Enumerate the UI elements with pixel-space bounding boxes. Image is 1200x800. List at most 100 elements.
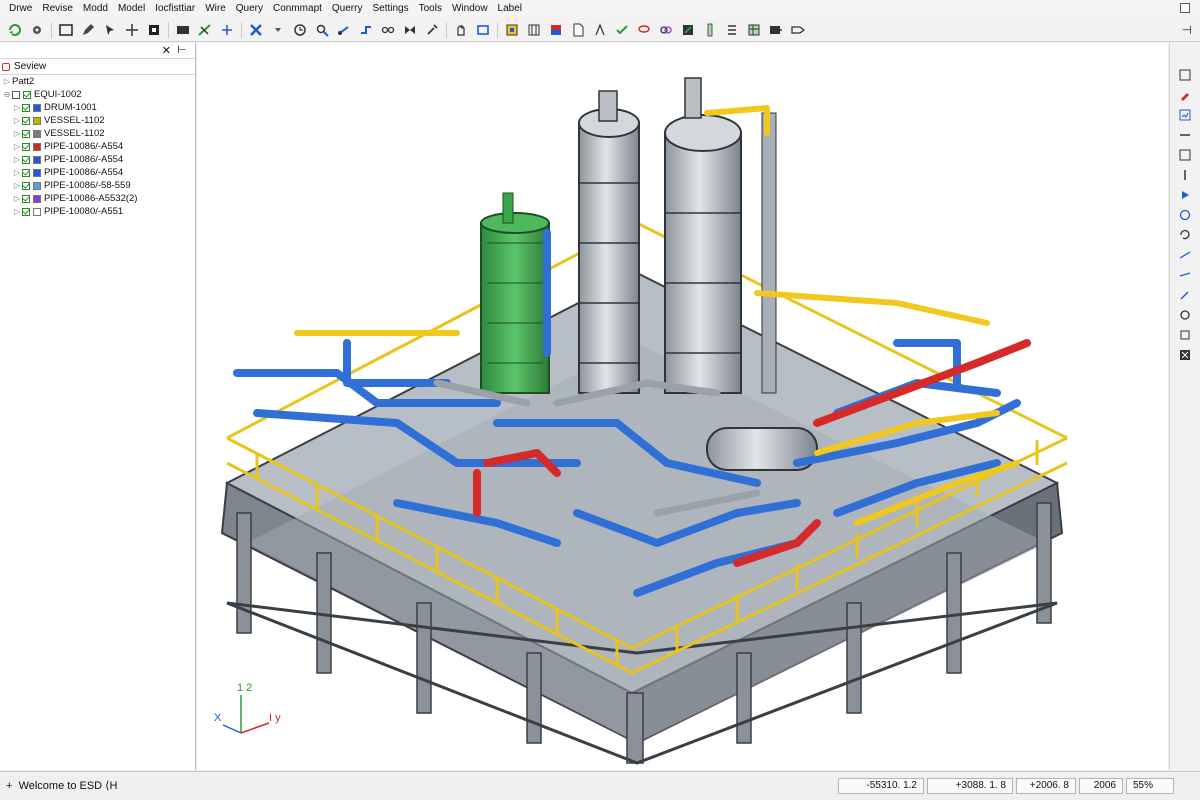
visibility-checkbox[interactable] <box>22 168 30 177</box>
panel-icon[interactable] <box>1178 68 1192 82</box>
play-icon[interactable] <box>1178 188 1192 202</box>
expand-icon[interactable]: ▷ <box>12 168 22 177</box>
slope-icon[interactable] <box>1178 248 1192 262</box>
expand-icon[interactable]: ▷ <box>12 155 22 164</box>
visibility-checkbox[interactable] <box>22 142 30 151</box>
menu-item-conmmapt[interactable]: Conmmapt <box>268 0 327 18</box>
pencil-icon[interactable] <box>80 22 96 38</box>
delete-icon[interactable] <box>248 22 264 38</box>
chain-icon[interactable] <box>658 22 674 38</box>
visibility-checkbox[interactable] <box>22 116 30 125</box>
expand-icon[interactable]: ▷ <box>12 103 22 112</box>
add-icon[interactable]: + <box>6 780 12 792</box>
expand-icon[interactable]: ▷ <box>12 207 22 216</box>
ruler-icon[interactable] <box>702 22 718 38</box>
dropdown-chevron-icon[interactable] <box>270 22 286 38</box>
visibility-checkbox[interactable] <box>22 181 30 190</box>
tree-group[interactable]: ⊖ EQUI-1002 <box>0 88 195 101</box>
expand-icon[interactable]: ▷ <box>2 77 12 86</box>
measure-icon[interactable] <box>197 22 213 38</box>
palette-icon[interactable] <box>548 22 564 38</box>
close-box-icon[interactable] <box>1178 348 1192 362</box>
menu-item-modd[interactable]: Modd <box>78 0 113 18</box>
tree-item[interactable]: ▷ PIPE-10086/-A554 <box>0 166 195 179</box>
expand-icon[interactable]: ▷ <box>12 129 22 138</box>
section-icon[interactable] <box>219 22 235 38</box>
box-icon[interactable] <box>1178 328 1192 342</box>
menu-item-tools[interactable]: Tools <box>414 0 447 18</box>
frame-icon[interactable] <box>146 22 162 38</box>
menu-item-drwe[interactable]: Drwe <box>4 0 37 18</box>
hand-icon[interactable] <box>453 22 469 38</box>
edit-icon[interactable] <box>1178 108 1192 122</box>
export-icon[interactable] <box>768 22 784 38</box>
link-icon[interactable] <box>336 22 352 38</box>
menu-item-label[interactable]: Label <box>493 0 527 18</box>
menu-item-settings[interactable]: Settings <box>367 0 413 18</box>
check-icon[interactable] <box>614 22 630 38</box>
connector-icon[interactable] <box>1178 268 1192 282</box>
visibility-checkbox[interactable] <box>22 194 30 203</box>
menu-item-model[interactable]: Model <box>113 0 150 18</box>
grid-icon[interactable] <box>526 22 542 38</box>
target-icon[interactable] <box>1178 308 1192 322</box>
tree-item[interactable]: ▷ PIPE-10086-A5532(2) <box>0 192 195 205</box>
visibility-checkbox[interactable] <box>22 155 30 164</box>
menu-item-query[interactable]: Query <box>231 0 268 18</box>
select-arrow-icon[interactable] <box>102 22 118 38</box>
visibility-checkbox[interactable] <box>23 90 31 99</box>
gear-icon[interactable] <box>29 22 45 38</box>
visibility-checkbox[interactable] <box>22 207 30 216</box>
window-icon[interactable] <box>58 22 74 38</box>
search-icon[interactable] <box>314 22 330 38</box>
refresh-icon[interactable] <box>7 22 23 38</box>
valve-icon[interactable] <box>402 22 418 38</box>
layer-icon[interactable] <box>504 22 520 38</box>
menu-item-iocfisttiar[interactable]: Iocfisttiar <box>150 0 200 18</box>
tree-item[interactable]: ▷ PIPE-10086/-58-559 <box>0 179 195 192</box>
expand-icon[interactable]: ▷ <box>12 194 22 203</box>
render-icon[interactable] <box>175 22 191 38</box>
menu-item-wire[interactable]: Wire <box>200 0 231 18</box>
clock-icon[interactable] <box>1178 208 1192 222</box>
route-icon[interactable] <box>1178 128 1192 142</box>
menu-item-revise[interactable]: Revise <box>37 0 78 18</box>
3d-viewport[interactable]: 1 2 X I y <box>197 43 1168 770</box>
tree-view-tab[interactable]: Seview <box>0 59 195 75</box>
connect-icon[interactable] <box>380 22 396 38</box>
checklist-icon[interactable] <box>1178 148 1192 162</box>
expand-icon[interactable]: ▷ <box>12 116 22 125</box>
tree-item[interactable]: ▷ PIPE-10086/-A554 <box>0 140 195 153</box>
pencil-icon[interactable] <box>1178 88 1192 102</box>
expand-icon[interactable]: ▷ <box>12 142 22 151</box>
visibility-checkbox[interactable] <box>22 129 30 138</box>
wrench-icon[interactable] <box>1178 288 1192 302</box>
tree-root[interactable]: ▷ Patt2 <box>0 75 195 88</box>
clock-icon[interactable] <box>292 22 308 38</box>
tree-item[interactable]: ▷ PIPE-10086/-A554 <box>0 153 195 166</box>
snap-icon[interactable] <box>680 22 696 38</box>
move-icon[interactable] <box>124 22 140 38</box>
zoom-level[interactable]: 55% <box>1126 778 1174 794</box>
window-restore-button[interactable] <box>1180 3 1190 13</box>
close-panel-icon[interactable]: ✕ <box>162 44 171 57</box>
tree-item[interactable]: ▷ VESSEL-1102 <box>0 114 195 127</box>
lasso-icon[interactable] <box>636 22 652 38</box>
panel-pin-icon[interactable]: ⊣ <box>1182 23 1192 37</box>
menu-item-window[interactable]: Window <box>447 0 493 18</box>
tag-icon[interactable] <box>790 22 806 38</box>
tree-item[interactable]: ▷ DRUM-1001 <box>0 101 195 114</box>
tree-item[interactable]: ▷ PIPE-10080/-A551 <box>0 205 195 218</box>
plant-model[interactable]: 1 2 X I y <box>197 43 1168 770</box>
table-icon[interactable] <box>746 22 762 38</box>
expand-icon[interactable]: ▷ <box>12 181 22 190</box>
rotate-icon[interactable] <box>1178 228 1192 242</box>
view-box-icon[interactable] <box>475 22 491 38</box>
panel-dock-icon[interactable]: ⊢ <box>177 43 187 56</box>
angle-icon[interactable] <box>592 22 608 38</box>
list-icon[interactable] <box>724 22 740 38</box>
line-icon[interactable] <box>1178 168 1192 182</box>
tree-item[interactable]: ▷ VESSEL-1102 <box>0 127 195 140</box>
visibility-checkbox[interactable] <box>22 103 30 112</box>
menu-item-querry[interactable]: Querry <box>327 0 368 18</box>
